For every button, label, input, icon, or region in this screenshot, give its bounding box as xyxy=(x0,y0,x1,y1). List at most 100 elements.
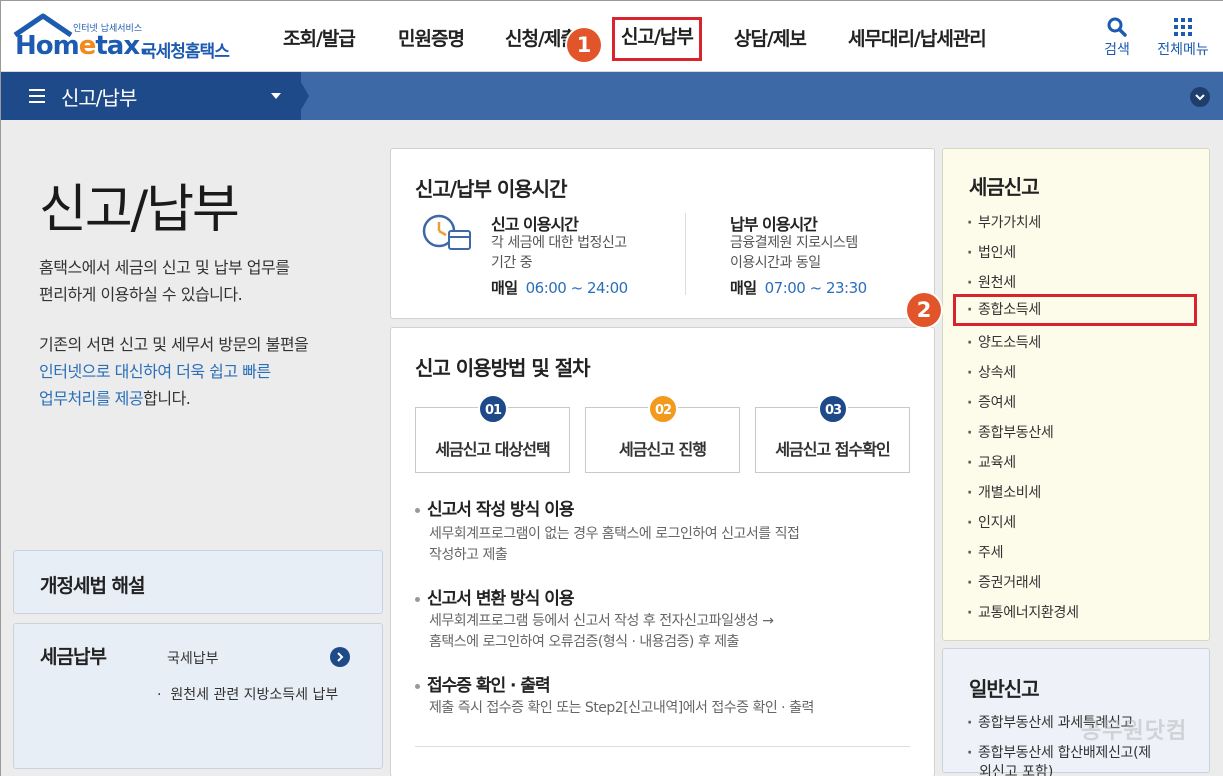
method-desc-line: 세무회계프로그램 등에서 신고서 작성 후 전자신고파일생성 → xyxy=(429,613,774,629)
nav-item-consult[interactable]: 상담/제보 xyxy=(734,19,807,59)
hometax-logo[interactable]: 인터넷 납세서비스 Hometax. 국세청홈택스 xyxy=(13,13,241,62)
logo-org-name: 국세청홈택스 xyxy=(141,42,230,62)
step-label: 세금신고 대상선택 xyxy=(435,440,550,459)
tax-item-vat[interactable]: 부가가치세 xyxy=(967,212,1041,232)
pay-hours-desc-1: 금융결제원 지로시스템 xyxy=(730,235,858,251)
nav-item-lookup[interactable]: 조회/발급 xyxy=(283,19,356,59)
hours-divider xyxy=(685,213,686,295)
general-report-title: 일반신고 xyxy=(969,677,1040,701)
nav-item-agent[interactable]: 세무대리/납세관리 xyxy=(848,19,987,59)
report-hours-day: 매일 xyxy=(491,279,518,297)
grid-menu-icon xyxy=(1149,15,1217,39)
logo-brand: Hometax. xyxy=(15,31,149,61)
watermark: 공무원닷컴 xyxy=(1081,719,1188,744)
hamburger-icon xyxy=(29,89,45,103)
tax-item-inheritance[interactable]: 상속세 xyxy=(967,362,1016,382)
report-hours-desc-2: 기간 중 xyxy=(491,255,533,271)
procedure-divider xyxy=(415,746,910,747)
breadcrumb-arrow xyxy=(295,72,309,120)
step-proceed[interactable]: 02 세금신고 진행 xyxy=(585,394,740,473)
logo-brand-part: Hom xyxy=(15,31,80,61)
hours-title: 신고/납부 이용시간 xyxy=(415,177,567,201)
tax-item-stamp[interactable]: 인지세 xyxy=(967,512,1016,532)
annotation-badge-2: 2 xyxy=(907,293,941,327)
intro-text: 기존의 서면 신고 및 세무서 방문의 불편을 xyxy=(39,335,309,354)
tax-law-title: 개정세법 해설 xyxy=(40,575,145,597)
logo-brand-e: e xyxy=(78,31,97,61)
expand-circle-icon[interactable] xyxy=(1190,87,1210,107)
tax-report-title: 세금신고 xyxy=(969,175,1040,199)
tax-item-corporate[interactable]: 법인세 xyxy=(967,242,1016,262)
report-hours-desc-1: 각 세금에 대한 법정신고 xyxy=(491,235,627,251)
all-menu-button[interactable]: 전체메뉴 xyxy=(1149,15,1217,59)
tax-item-liquor[interactable]: 주세 xyxy=(967,542,1003,562)
procedure-title: 신고 이용방법 및 절차 xyxy=(415,356,590,380)
intro-text: 홈택스에서 세금의 신고 및 납부 업무를 xyxy=(39,258,290,277)
pay-hours-value: 매일 07:00 ~ 23:30 xyxy=(730,277,867,298)
tax-item-excise[interactable]: 개별소비세 xyxy=(967,482,1041,502)
tax-item-income[interactable]: 종합소득세 xyxy=(953,294,1197,326)
tax-item-transport-energy[interactable]: 교통에너지환경세 xyxy=(967,602,1079,622)
section-selector[interactable]: 신고/납부 xyxy=(1,72,301,120)
national-tax-payment-link[interactable]: 국세납부 xyxy=(167,648,219,668)
method-title: 신고서 작성 방식 이용 xyxy=(415,495,575,520)
pay-hours-time: 07:00 ~ 23:30 xyxy=(764,279,868,297)
tax-item-withholding[interactable]: 원천세 xyxy=(967,272,1016,292)
search-button[interactable]: 검색 xyxy=(1095,15,1139,59)
withholding-local-tax-link[interactable]: · 원천세 관련 지방소득세 납부 xyxy=(157,684,338,704)
method-desc-line: 홈택스에 로그인하여 오류검증(형식 · 내용검증) 후 제출 xyxy=(429,634,739,650)
step-select-target[interactable]: 01 세금신고 대상선택 xyxy=(415,394,570,473)
intro-text-highlight: 업무처리를 제공 xyxy=(39,389,144,408)
section-bar: 신고/납부 xyxy=(1,72,1223,120)
step-number: 02 xyxy=(648,394,678,424)
method-desc-line: 제출 즉시 접수증 확인 또는 Step2[신고내역]에서 접수증 확인 · 출… xyxy=(429,700,814,716)
report-hours-time: 06:00 ~ 24:00 xyxy=(525,279,629,297)
go-arrow-icon[interactable] xyxy=(330,647,350,667)
tax-payment-box: 세금납부 국세납부 · 원천세 관련 지방소득세 납부 xyxy=(13,623,383,769)
tax-item-gift[interactable]: 증여세 xyxy=(967,392,1016,412)
nav-item-apply[interactable]: 신청/제출 xyxy=(505,19,578,59)
section-title: 신고/납부 xyxy=(61,86,137,110)
pay-hours-day: 매일 xyxy=(730,279,757,297)
method-desc-line: 세무회계프로그램이 없는 경우 홈택스에 로그인하여 신고서를 직접 xyxy=(429,526,800,542)
tax-report-box: 세금신고 부가가치세 법인세 원천세 종합소득세 양도소득세 상속세 증여세 종… xyxy=(942,148,1210,641)
annotation-badge-1: 1 xyxy=(567,28,601,62)
intro-paragraph-2: 기존의 서면 신고 및 세무서 방문의 불편을 인터넷으로 대신하여 더욱 쉽고… xyxy=(39,331,369,412)
withholding-local-tax-label: 원천세 관련 지방소득세 납부 xyxy=(170,687,339,703)
nav-item-certificate[interactable]: 민원증명 xyxy=(398,19,465,59)
all-menu-label: 전체메뉴 xyxy=(1157,42,1209,58)
step-confirm[interactable]: 03 세금신고 접수확인 xyxy=(755,394,910,473)
clock-calendar-icon xyxy=(422,214,471,250)
report-hours-value: 매일 06:00 ~ 24:00 xyxy=(491,277,628,298)
page-title: 신고/납부 xyxy=(39,180,240,240)
intro-text: 편리하게 이용하실 수 있습니다. xyxy=(39,285,243,304)
procedure-panel: 신고 이용방법 및 절차 01 세금신고 대상선택 02 세금신고 진행 03 … xyxy=(390,327,935,776)
tax-item-property[interactable]: 종합부동산세 xyxy=(967,422,1054,442)
step-number: 01 xyxy=(478,394,508,424)
step-label: 세금신고 접수확인 xyxy=(775,440,890,459)
method-desc: 제출 즉시 접수증 확인 또는 Step2[신고내역]에서 접수증 확인 · 출… xyxy=(429,698,849,719)
general-item-property-exclusion-cont: 외신고 포함) xyxy=(979,764,1054,776)
caret-down-icon xyxy=(271,93,281,99)
tax-item-securities[interactable]: 증권거래세 xyxy=(967,572,1041,592)
method-title: 신고서 변환 방식 이용 xyxy=(415,584,575,609)
intro-text-line: 업무처리를 제공합니다. xyxy=(39,385,369,412)
general-report-box: 일반신고 종합부동산세 과세특례신고 종합부동산세 합산배제신고(제 외신고 포… xyxy=(942,648,1210,776)
top-header: 인터넷 납세서비스 Hometax. 국세청홈택스 조회/발급 민원증명 신청/… xyxy=(1,1,1223,72)
nav-item-report-pay[interactable]: 신고/납부 xyxy=(612,17,702,61)
pay-hours-title: 납부 이용시간 xyxy=(730,215,818,234)
intro-paragraph-1: 홈택스에서 세금의 신고 및 납부 업무를 편리하게 이용하실 수 있습니다. xyxy=(39,254,369,308)
tax-item-education[interactable]: 교육세 xyxy=(967,452,1016,472)
general-item-property-exclusion[interactable]: 종합부동산세 합산배제신고(제 xyxy=(967,742,1151,762)
method-desc: 세무회계프로그램 등에서 신고서 작성 후 전자신고파일생성 → 홈택스에 로그… xyxy=(429,611,849,653)
step-label: 세금신고 진행 xyxy=(619,440,707,459)
search-label: 검색 xyxy=(1104,42,1130,58)
method-desc: 세무회계프로그램이 없는 경우 홈택스에 로그인하여 신고서를 직접 작성하고 … xyxy=(429,524,849,566)
intro-text-highlight: 인터넷으로 대신하여 더욱 쉽고 빠른 xyxy=(39,362,271,381)
hours-panel: 신고/납부 이용시간 신고 이용시간 각 세금에 대한 법정신고 기간 중 매일… xyxy=(390,148,935,319)
search-icon xyxy=(1095,15,1139,39)
method-title: 접수증 확인 · 출력 xyxy=(415,671,551,696)
tax-item-transfer[interactable]: 양도소득세 xyxy=(967,332,1041,352)
method-desc-line: 작성하고 제출 xyxy=(429,547,508,563)
tax-law-box[interactable]: 개정세법 해설 xyxy=(13,550,383,614)
